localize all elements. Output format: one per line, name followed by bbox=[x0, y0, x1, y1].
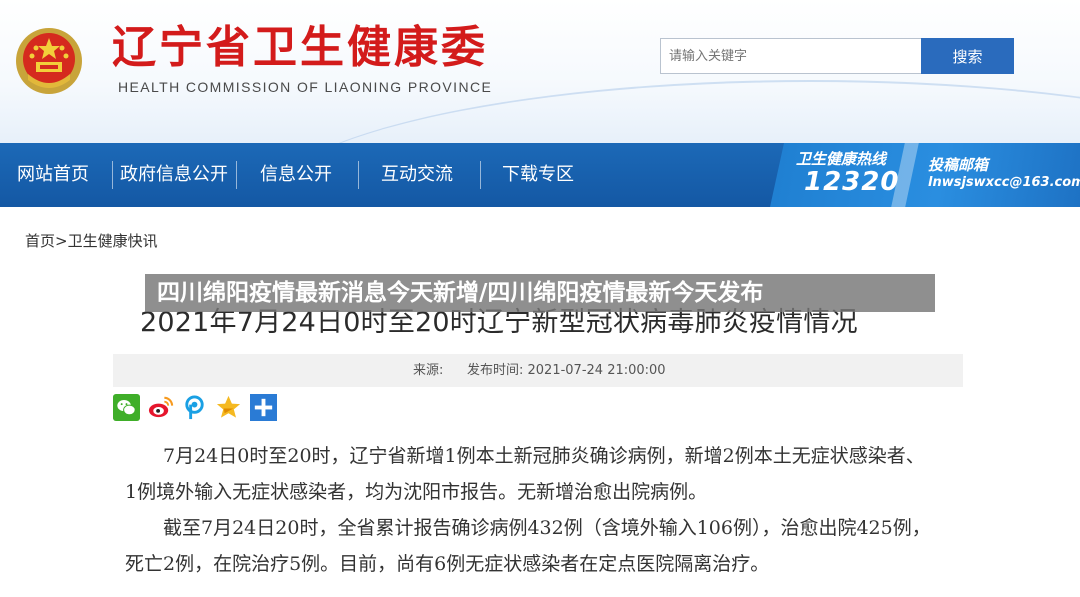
pengyou-icon[interactable] bbox=[181, 394, 208, 421]
qzone-star-icon[interactable] bbox=[215, 394, 242, 421]
nav-divider bbox=[236, 161, 237, 189]
more-plus-icon[interactable] bbox=[250, 394, 277, 421]
site-header: 辽宁省卫生健康委 HEALTH COMMISSION OF LIAONING P… bbox=[0, 0, 1080, 143]
nav-item-interaction[interactable]: 互动交流 bbox=[360, 143, 474, 207]
article-paragraph: 7月24日0时至20时，辽宁省新增1例本土新冠肺炎确诊病例，新增2例本土无症状感… bbox=[125, 445, 925, 503]
weibo-icon[interactable] bbox=[147, 394, 174, 421]
nav-item-downloads[interactable]: 下载专区 bbox=[482, 143, 594, 207]
nav-item-info-public[interactable]: 信息公开 bbox=[240, 143, 352, 207]
breadcrumb-current[interactable]: 卫生健康快讯 bbox=[68, 232, 158, 250]
article-body: 7月24日0时至20时，辽宁省新增1例本土新冠肺炎确诊病例，新增2例本土无症状感… bbox=[125, 438, 935, 582]
article-source: 来源: bbox=[413, 363, 444, 378]
article-paragraph: 截至7月24日20时，全省累计报告确诊病例432例（含境外输入106例），治愈出… bbox=[125, 517, 931, 575]
article-meta-bar: 来源: 发布时间: 2021-07-24 21:00:00 bbox=[113, 354, 963, 387]
search-input[interactable] bbox=[660, 38, 922, 74]
contribute-label: 投稿邮箱 bbox=[928, 156, 989, 174]
nav-item-gov-info[interactable]: 政府信息公开 bbox=[113, 143, 235, 207]
contribute-email[interactable]: lnwsjswxcc@163.com bbox=[928, 175, 1080, 190]
national-emblem-icon bbox=[16, 28, 82, 94]
nav-item-home[interactable]: 网站首页 bbox=[8, 143, 98, 207]
wechat-icon[interactable] bbox=[113, 394, 140, 421]
breadcrumb-separator: > bbox=[55, 232, 68, 250]
breadcrumb-home[interactable]: 首页 bbox=[25, 232, 55, 250]
nav-divider bbox=[480, 161, 481, 189]
nav-divider bbox=[358, 161, 359, 189]
hotline-number: 12320 bbox=[804, 167, 900, 197]
site-title: 辽宁省卫生健康委 bbox=[112, 22, 488, 73]
overlay-title-banner: 四川绵阳疫情最新消息今天新增/四川绵阳疫情最新今天发布 bbox=[145, 274, 935, 312]
site-subtitle-en: HEALTH COMMISSION OF LIAONING PROVINCE bbox=[118, 79, 493, 95]
hotline-label: 卫生健康热线 bbox=[796, 150, 887, 168]
search-button[interactable]: 搜索 bbox=[921, 38, 1014, 74]
breadcrumb: 首页>卫生健康快讯 bbox=[25, 230, 158, 251]
article-publish-time: 发布时间: 2021-07-24 21:00:00 bbox=[467, 363, 666, 378]
